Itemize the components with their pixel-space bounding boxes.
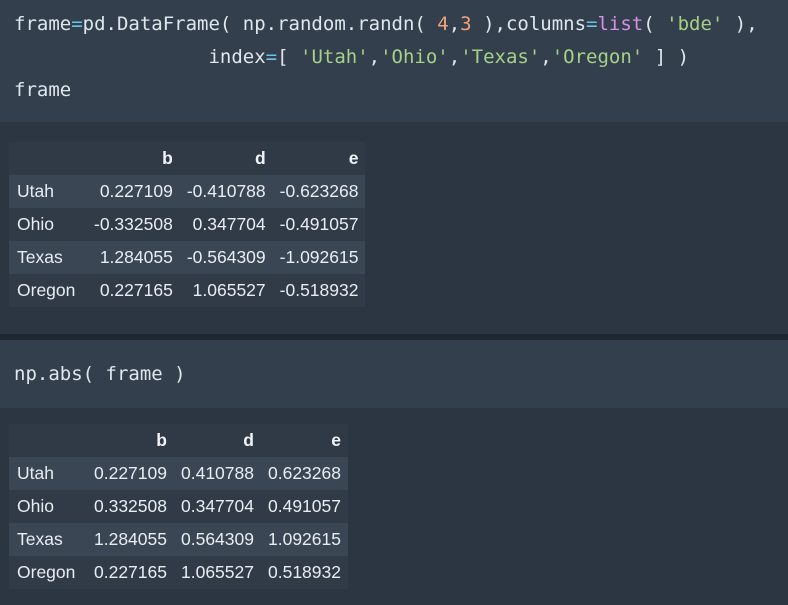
row-index: Oregon — [17, 280, 76, 300]
table-cell: -1.092615 — [279, 247, 359, 267]
table-cell: -0.623268 — [279, 181, 359, 201]
dataframe-table: b d e Utah 0.227109 0.410788 0.623268 Oh… — [9, 424, 348, 589]
code-token: [ — [277, 46, 301, 68]
table-cell: 0.410788 — [181, 463, 254, 483]
code-token: ), — [723, 13, 758, 35]
code-token: , — [368, 46, 381, 68]
code-line-3: frame — [14, 74, 774, 107]
dataframe-table: b d e Utah 0.227109 -0.410788 -0.623268 … — [9, 142, 366, 307]
table-row: Texas 1.284055 0.564309 1.092615 — [9, 523, 348, 556]
code-token: np.abs( — [14, 363, 106, 385]
table-row: Utah 0.227109 -0.410788 -0.623268 — [9, 175, 366, 208]
code-token: 'Ohio' — [380, 46, 449, 68]
code-token: = — [586, 13, 598, 35]
code-line-2: index=[ 'Utah','Ohio','Texas','Oregon' ]… — [14, 41, 774, 74]
code-token: 'Texas' — [460, 46, 541, 68]
code-token: ),columns — [471, 13, 587, 35]
code-token: 'bde' — [666, 13, 724, 35]
output-cell-2: b d e Utah 0.227109 0.410788 0.623268 Oh… — [0, 408, 788, 605]
code-token: ( — [643, 13, 667, 35]
code-cell-1[interactable]: frame=pd.DataFrame( np.random.randn( 4,3… — [0, 0, 788, 122]
code-token: list — [597, 13, 644, 35]
table-cell: -0.491057 — [279, 214, 359, 234]
table-cell: 0.227165 — [94, 562, 167, 582]
column-header: e — [331, 430, 341, 450]
table-row: Texas 1.284055 -0.564309 -1.092615 — [9, 241, 366, 274]
code-line-1: np.abs( frame ) — [14, 358, 774, 391]
table-cell: 1.284055 — [94, 529, 167, 549]
code-token: , — [540, 46, 552, 68]
table-cell: 0.491057 — [268, 496, 341, 516]
table-cell: 0.332508 — [94, 496, 167, 516]
row-index: Ohio — [17, 496, 54, 516]
column-header: e — [348, 148, 359, 168]
table-cell: 0.227109 — [94, 463, 167, 483]
table-cell: 0.518932 — [268, 562, 341, 582]
column-header: d — [254, 148, 266, 168]
column-header: d — [243, 430, 254, 450]
code-token: 'Oregon' — [551, 46, 644, 68]
row-index: Ohio — [17, 214, 54, 234]
table-cell: -0.332508 — [94, 214, 173, 234]
column-header: b — [156, 430, 167, 450]
code-token: ) — [162, 363, 186, 385]
table-cell: 0.347704 — [181, 496, 254, 516]
table-cell: -0.410788 — [186, 181, 266, 201]
code-token: 4 — [437, 13, 449, 35]
table-cell: 1.065527 — [192, 280, 266, 300]
table-cell: 0.623268 — [268, 463, 341, 483]
table-row: Oregon 0.227165 1.065527 -0.518932 — [9, 274, 366, 307]
table-header-row: b d e — [9, 142, 366, 175]
table-cell: 0.227109 — [99, 181, 173, 201]
code-token: , — [448, 13, 461, 35]
code-token: pd.DataFrame( np.random.randn( — [82, 13, 438, 35]
table-row: Oregon 0.227165 1.065527 0.518932 — [9, 556, 348, 589]
code-token: 'Utah' — [300, 46, 369, 68]
table-cell: -0.518932 — [279, 280, 359, 300]
index-header — [9, 142, 87, 175]
column-header: b — [162, 148, 173, 168]
row-index: Utah — [17, 463, 54, 483]
table-row: Ohio -0.332508 0.347704 -0.491057 — [9, 208, 366, 241]
table-cell: 1.092615 — [268, 529, 341, 549]
code-token: = — [71, 13, 83, 35]
table-cell: 0.347704 — [192, 214, 266, 234]
table-cell: 1.284055 — [99, 247, 173, 267]
index-header — [9, 424, 87, 457]
table-cell: 0.227165 — [99, 280, 173, 300]
code-token: ] ) — [643, 46, 690, 68]
code-token: index — [208, 46, 266, 68]
code-line-1: frame=pd.DataFrame( np.random.randn( 4,3… — [14, 8, 774, 41]
table-header-row: b d e — [9, 424, 348, 457]
table-row: Ohio 0.332508 0.347704 0.491057 — [9, 490, 348, 523]
code-token: , — [448, 46, 461, 68]
row-index: Texas — [17, 247, 63, 267]
table-row: Utah 0.227109 0.410788 0.623268 — [9, 457, 348, 490]
row-index: Texas — [17, 529, 63, 549]
row-index: Utah — [17, 181, 54, 201]
code-token: = — [265, 46, 278, 68]
code-token: frame — [105, 363, 163, 385]
code-token: frame — [14, 13, 72, 35]
row-index: Oregon — [17, 562, 76, 582]
table-cell: 0.564309 — [181, 529, 254, 549]
table-cell: 1.065527 — [181, 562, 254, 582]
code-cell-2[interactable]: np.abs( frame ) — [0, 340, 788, 408]
table-cell: -0.564309 — [186, 247, 266, 267]
code-token: frame — [14, 79, 72, 101]
output-cell-1: b d e Utah 0.227109 -0.410788 -0.623268 … — [0, 122, 788, 334]
code-token: 3 — [460, 13, 472, 35]
